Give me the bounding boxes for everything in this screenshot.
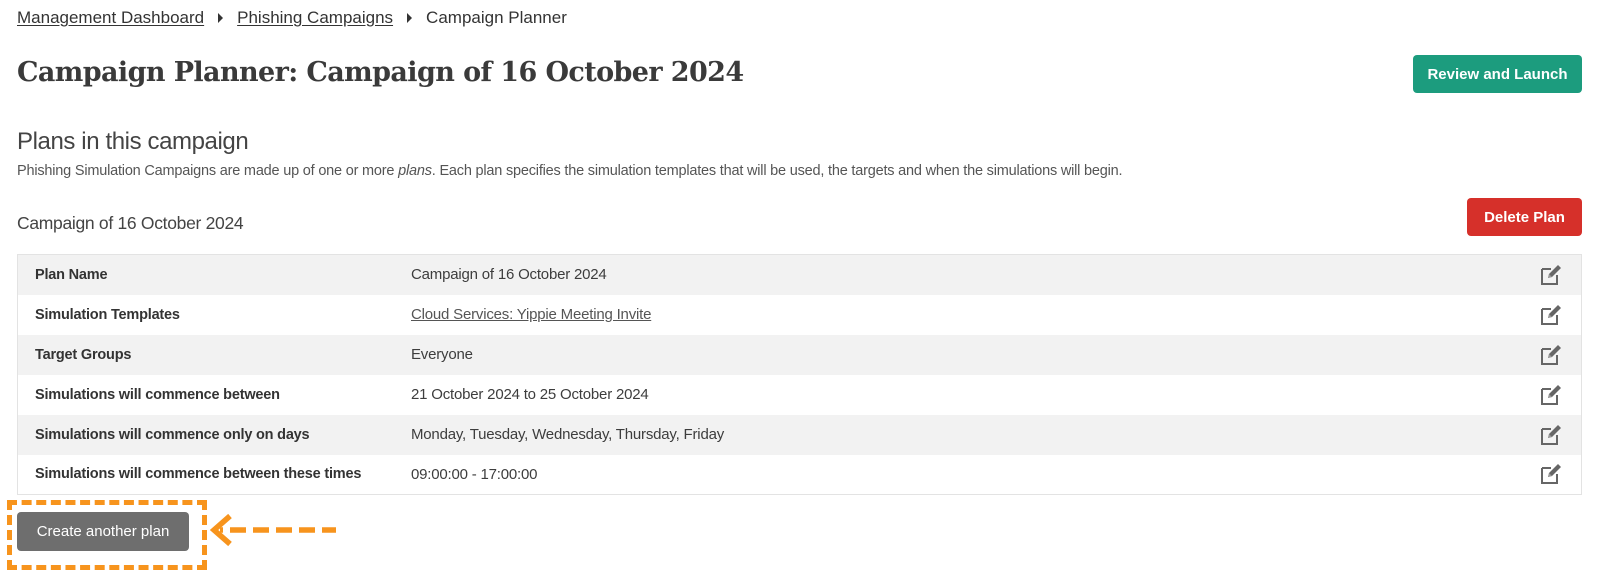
row-value: Campaign of 16 October 2024 — [411, 266, 607, 284]
row-value-cell: 21 October 2024 to 25 October 2024 — [411, 375, 1521, 415]
row-label: Simulations will commence only on days — [35, 426, 310, 443]
row-label: Simulations will commence between these … — [35, 466, 362, 483]
row-value: 21 October 2024 to 25 October 2024 — [411, 386, 649, 403]
simulation-template-link[interactable]: Cloud Services: Yippie Meeting Invite — [411, 306, 651, 323]
row-edit-cell — [1521, 255, 1582, 295]
plan-title: Campaign of 16 October 2024 — [17, 213, 244, 233]
arrow-left-annotation-icon — [209, 513, 336, 547]
row-value-cell: Monday, Tuesday, Wednesday, Thursday, Fr… — [411, 415, 1521, 455]
plan-table-row: Simulation Templates Cloud Services: Yipp… — [17, 294, 1582, 335]
row-edit-cell — [1521, 415, 1582, 455]
plan-table-row: Plan Name Campaign of 16 October 2024 — [17, 254, 1582, 295]
description-text: Phishing Simulation Campaigns are made u… — [17, 163, 399, 179]
plan-table-row: Target Groups Everyone — [17, 334, 1582, 375]
review-and-launch-button[interactable]: Review and Launch — [1413, 55, 1582, 93]
row-value-cell: Campaign of 16 October 2024 — [411, 255, 1521, 295]
row-label: Simulation Templates — [35, 306, 180, 323]
edit-icon[interactable] — [1539, 383, 1563, 407]
row-value: Everyone — [411, 346, 473, 363]
plan-table-row: Simulations will commence between 21 Octo… — [17, 374, 1582, 415]
section-description: Phishing Simulation Campaigns are made u… — [17, 163, 1123, 179]
page-title: Campaign Planner: Campaign of 16 October… — [17, 57, 744, 88]
breadcrumb-management-dashboard[interactable]: Management Dashboard — [17, 8, 204, 28]
edit-icon[interactable] — [1539, 343, 1563, 367]
row-edit-cell — [1521, 335, 1582, 375]
row-value-cell: Everyone — [411, 335, 1521, 375]
edit-icon[interactable] — [1539, 462, 1563, 486]
plan-table-row: Simulations will commence only on days Mo… — [17, 414, 1582, 455]
row-label: Simulations will commence between — [35, 386, 280, 403]
row-edit-cell — [1521, 455, 1582, 495]
breadcrumb-separator-icon — [218, 13, 224, 23]
row-value-cell: Cloud Services: Yippie Meeting Invite — [411, 295, 1521, 335]
delete-plan-button[interactable]: Delete Plan — [1467, 198, 1582, 236]
row-label: Plan Name — [35, 266, 108, 283]
breadcrumb-current: Campaign Planner — [426, 8, 567, 27]
row-label: Target Groups — [35, 346, 132, 363]
plan-table-row: Simulations will commence between these … — [17, 454, 1582, 495]
description-text-end: . Each plan specifies the simulation tem… — [431, 163, 1123, 179]
edit-icon[interactable] — [1539, 423, 1563, 447]
edit-icon[interactable] — [1539, 263, 1563, 287]
row-value: Monday, Tuesday, Wednesday, Thursday, Fr… — [411, 426, 725, 443]
row-edit-cell — [1521, 295, 1582, 335]
row-value-cell: 09:00:00 - 17:00:00 — [411, 455, 1521, 495]
description-emphasis: plans — [398, 163, 432, 179]
edit-icon[interactable] — [1539, 303, 1563, 327]
create-another-plan-button[interactable]: Create another plan — [17, 512, 189, 551]
section-title: Plans in this campaign — [17, 128, 249, 155]
plan-details-table: Plan Name Campaign of 16 October 2024 Simu… — [17, 254, 1582, 495]
breadcrumb: Management Dashboard Phishing Campaigns … — [17, 7, 567, 29]
breadcrumb-phishing-campaigns[interactable]: Phishing Campaigns — [237, 8, 393, 28]
row-edit-cell — [1521, 375, 1582, 415]
row-value: 09:00:00 - 17:00:00 — [411, 465, 538, 483]
breadcrumb-separator-icon — [407, 13, 413, 23]
